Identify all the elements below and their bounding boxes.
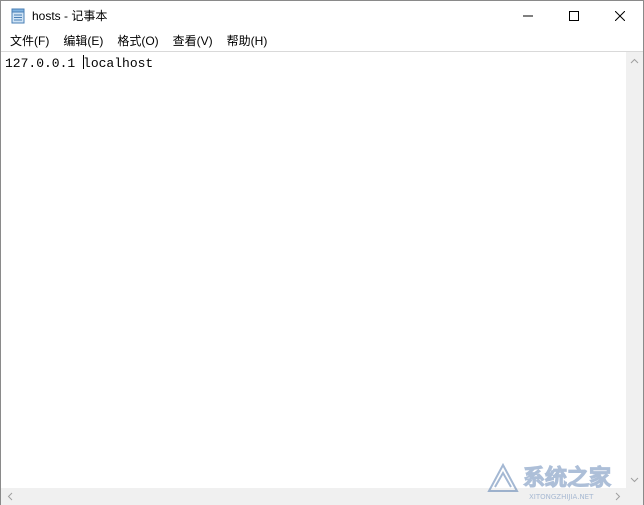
minimize-icon: [523, 15, 533, 17]
watermark-logo: 系统之家 XITONGZHIJIA.NET: [487, 462, 613, 501]
chevron-up-icon: [630, 58, 639, 63]
close-icon: [615, 11, 625, 21]
scroll-left-button[interactable]: [1, 488, 18, 505]
close-button[interactable]: [597, 1, 643, 31]
editor-text-before-caret: 127.0.0.1: [5, 56, 84, 71]
editor-text-after-caret: localhost: [83, 56, 154, 71]
watermark-text: 系统之家: [523, 465, 612, 491]
chevron-left-icon: [7, 492, 12, 501]
menu-format[interactable]: 格式(O): [110, 31, 165, 51]
menu-help[interactable]: 帮助(H): [220, 31, 275, 51]
notepad-window: hosts - 记事本 文件(F) 编辑(E) 格式(O) 查看(V) 帮助(H…: [0, 0, 644, 505]
text-editor[interactable]: 127.0.0.1 localhost: [1, 52, 626, 488]
editor-frame: 127.0.0.1 localhost: [1, 51, 643, 505]
title-bar[interactable]: hosts - 记事本: [1, 1, 643, 31]
vertical-scrollbar[interactable]: [626, 52, 643, 488]
watermark-subtext: XITONGZHIJIA.NET: [529, 493, 594, 501]
scroll-up-button[interactable]: [626, 52, 643, 69]
window-title: hosts - 记事本: [32, 9, 108, 23]
menu-bar: 文件(F) 编辑(E) 格式(O) 查看(V) 帮助(H): [1, 31, 643, 51]
maximize-button[interactable]: [551, 1, 597, 31]
menu-file[interactable]: 文件(F): [3, 31, 56, 51]
editor-content: 127.0.0.1 localhost: [5, 55, 153, 73]
minimize-button[interactable]: [505, 1, 551, 31]
notepad-icon: [11, 8, 25, 24]
maximize-icon: [569, 11, 579, 21]
menu-edit[interactable]: 编辑(E): [56, 31, 110, 51]
menu-view[interactable]: 查看(V): [166, 31, 220, 51]
